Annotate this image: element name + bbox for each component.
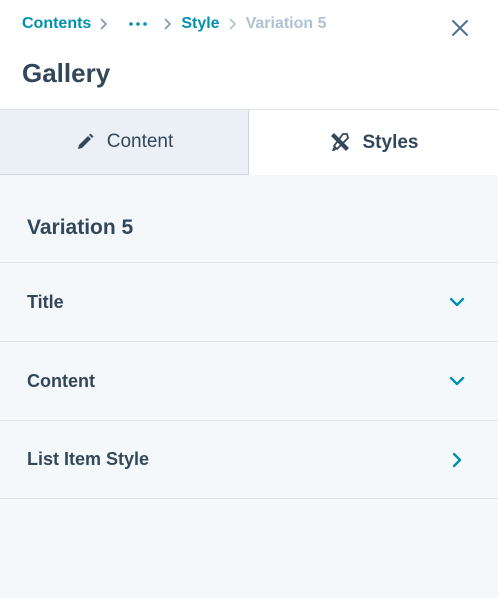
close-button[interactable]	[448, 18, 472, 42]
breadcrumb-current: Variation 5	[245, 15, 327, 32]
chevron-right-icon	[448, 451, 466, 469]
breadcrumb: Contents Style Variation 5	[22, 14, 327, 34]
pencil-icon	[75, 132, 95, 152]
chevron-down-icon	[448, 293, 466, 311]
section-title: Variation 5	[27, 216, 134, 239]
page-title: Gallery	[22, 58, 111, 88]
chevron-down-icon	[448, 372, 466, 390]
accordion-list: Title Content List Item Style	[0, 262, 498, 499]
accordion-label: List Item Style	[27, 449, 150, 469]
close-icon	[451, 19, 469, 42]
tab-bar: Content Styles	[0, 110, 498, 175]
breadcrumb-more-button[interactable]	[127, 14, 149, 34]
tab-styles[interactable]: Styles	[249, 110, 498, 175]
chevron-right-icon	[161, 14, 175, 34]
accordion-content[interactable]: Content	[0, 341, 498, 420]
accordion-title[interactable]: Title	[0, 262, 498, 341]
accordion-list-item-style[interactable]: List Item Style	[0, 420, 498, 499]
breadcrumb-style-link[interactable]: Style	[181, 15, 219, 33]
tab-content[interactable]: Content	[0, 110, 249, 175]
tab-content-label: Content	[106, 131, 174, 152]
breadcrumb-contents-link[interactable]: Contents	[22, 15, 91, 33]
panel-header: Contents Style Variation 5 Gallery	[0, 0, 498, 110]
accordion-label: Title	[27, 291, 64, 312]
chevron-right-icon	[226, 14, 240, 34]
tab-styles-label: Styles	[362, 131, 419, 153]
chevron-right-icon	[97, 14, 111, 34]
brush-ruler-icon	[329, 132, 351, 154]
accordion-label: Content	[27, 370, 95, 391]
